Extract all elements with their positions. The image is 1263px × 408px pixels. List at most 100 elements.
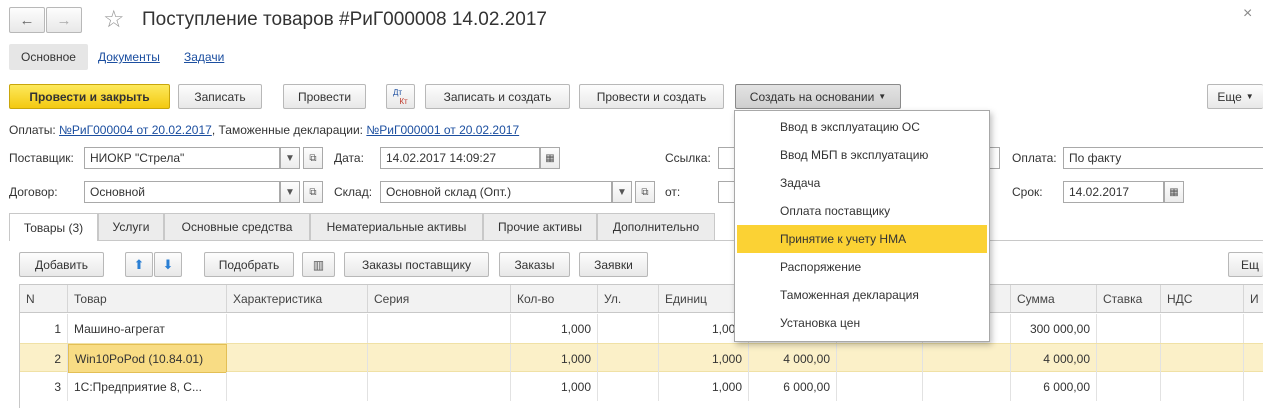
contract-open-button[interactable]: ⧉ xyxy=(303,181,323,203)
col-header-qty[interactable]: Кол-во xyxy=(511,285,598,312)
kt-icon-label: Кт xyxy=(399,96,408,106)
col-sum-label: Сумма xyxy=(1017,291,1055,306)
col-header-item[interactable]: Товар xyxy=(68,285,227,312)
col-header-characteristic[interactable]: Характеристика xyxy=(227,285,368,312)
table-row[interactable]: 3 1С:Предприятие 8, С... 1,000 1,000 6 0… xyxy=(20,372,1263,401)
forward-button[interactable]: → xyxy=(46,7,82,33)
select-button[interactable]: Подобрать xyxy=(204,252,294,277)
chevron-down-icon: ▼ xyxy=(617,186,627,198)
supplier-field[interactable]: НИОКР "Стрела" xyxy=(84,147,280,169)
payment-field[interactable]: По факту xyxy=(1063,147,1263,169)
tab-main[interactable]: Основное xyxy=(9,44,88,70)
term-field[interactable]: 14.02.2017 xyxy=(1063,181,1164,203)
row-discount xyxy=(837,372,923,401)
contract-dropdown-button[interactable]: ▼ xyxy=(280,181,300,203)
row-units: 1,000 xyxy=(659,344,749,373)
col-total-label: И xyxy=(1250,291,1259,306)
col-units-label: Единиц xyxy=(665,291,707,306)
post-and-create-label: Провести и создать xyxy=(596,89,707,104)
back-button[interactable]: ← xyxy=(9,7,45,33)
tab-goods[interactable]: Товары (3) xyxy=(9,213,98,241)
supplier-label: Поставщик: xyxy=(9,151,74,165)
menu-item-price-setting[interactable]: Установка цен xyxy=(735,309,989,337)
row-characteristic xyxy=(227,344,368,373)
customs-doc-link[interactable]: №РиГ000001 от 20.02.2017 xyxy=(366,123,519,137)
menu-item-order[interactable]: Распоряжение xyxy=(735,253,989,281)
row-discount xyxy=(837,344,923,373)
supplier-open-button[interactable]: ⧉ xyxy=(303,147,323,169)
requests-button[interactable]: Заявки xyxy=(579,252,648,277)
save-button[interactable]: Записать xyxy=(178,84,262,109)
row-vat xyxy=(1161,314,1244,343)
move-down-button[interactable]: ⬇ xyxy=(154,252,182,277)
row-units: 1,000 xyxy=(659,372,749,401)
open-icon: ⧉ xyxy=(641,186,649,198)
tab-other-assets[interactable]: Прочие активы xyxy=(483,213,597,240)
barcode-button[interactable]: ▥ xyxy=(302,252,335,277)
create-based-on-menu: Ввод в эксплуатацию ОС Ввод МБП в эксплу… xyxy=(734,110,990,342)
tab-fixed-assets[interactable]: Основные средства xyxy=(164,213,310,240)
col-header-series[interactable]: Серия xyxy=(368,285,511,312)
create-based-on-button[interactable]: Создать на основании ▼ xyxy=(735,84,901,109)
row-vat xyxy=(1161,344,1244,373)
dt-kt-button[interactable]: Дт Кт xyxy=(386,84,415,109)
table-more-button[interactable]: Ещ xyxy=(1228,252,1263,277)
arrow-down-icon: ⬇ xyxy=(162,256,174,272)
supplier-orders-button[interactable]: Заказы поставщику xyxy=(344,252,489,277)
post-and-close-button[interactable]: Провести и закрыть xyxy=(9,84,170,109)
col-header-rate[interactable]: Ставка xyxy=(1097,285,1161,312)
menu-item-mbp-commissioning[interactable]: Ввод МБП в эксплуатацию xyxy=(735,141,989,169)
term-calendar-button[interactable]: ▦ xyxy=(1164,181,1184,203)
tab-services[interactable]: Услуги xyxy=(98,213,164,240)
post-and-create-button[interactable]: Провести и создать xyxy=(579,84,724,109)
table-row-selected[interactable]: 2 Win10PoPod (10.84.01) 1,000 1,000 4 00… xyxy=(20,343,1263,373)
col-header-total[interactable]: И xyxy=(1244,285,1263,312)
menu-item-task[interactable]: Задача xyxy=(735,169,989,197)
row-series xyxy=(368,314,511,343)
warehouse-open-button[interactable]: ⧉ xyxy=(635,181,655,203)
close-icon[interactable]: × xyxy=(1243,5,1252,23)
post-and-close-label: Провести и закрыть xyxy=(29,89,150,104)
chevron-down-icon: ▼ xyxy=(1245,92,1254,101)
add-button[interactable]: Добавить xyxy=(19,252,104,277)
tab-documents[interactable]: Документы xyxy=(98,50,160,64)
contract-value: Основной xyxy=(90,185,146,199)
tab-intangible-assets[interactable]: Нематериальные активы xyxy=(310,213,483,240)
contract-field[interactable]: Основной xyxy=(84,181,280,203)
menu-item-customs-declaration[interactable]: Таможенная декларация xyxy=(735,281,989,309)
tab-tasks[interactable]: Задачи xyxy=(184,50,224,64)
orders-button[interactable]: Заказы xyxy=(499,252,570,277)
col-header-ul[interactable]: Ул. xyxy=(598,285,659,312)
col-header-n[interactable]: N xyxy=(20,285,68,312)
tab-additional[interactable]: Дополнительно xyxy=(597,213,715,240)
date-calendar-button[interactable]: ▦ xyxy=(540,147,560,169)
menu-item-fixed-asset-commissioning[interactable]: Ввод в эксплуатацию ОС xyxy=(735,113,989,141)
post-button[interactable]: Провести xyxy=(283,84,366,109)
row-qty: 1,000 xyxy=(511,372,598,401)
menu-item-supplier-payment[interactable]: Оплата поставщику xyxy=(735,197,989,225)
warehouse-dropdown-button[interactable]: ▼ xyxy=(612,181,632,203)
table-row[interactable]: 1 Машино-агрегат 1,000 1,000 300 000,00 xyxy=(20,314,1263,343)
payment-doc-link[interactable]: №РиГ000004 от 20.02.2017 xyxy=(59,123,212,137)
supplier-dropdown-button[interactable]: ▼ xyxy=(280,147,300,169)
menu-item-intangible-acceptance[interactable]: Принятие к учету НМА xyxy=(737,225,987,253)
col-header-sum[interactable]: Сумма xyxy=(1011,285,1097,312)
star-icon[interactable]: ☆ xyxy=(103,5,125,34)
col-header-vat[interactable]: НДС xyxy=(1161,285,1244,312)
term-label: Срок: xyxy=(1012,185,1043,199)
post-label: Провести xyxy=(297,89,352,104)
term-value: 14.02.2017 xyxy=(1069,185,1130,199)
save-and-create-label: Записать и создать xyxy=(443,89,552,104)
more-button[interactable]: Еще ▼ xyxy=(1207,84,1263,109)
warehouse-field[interactable]: Основной склад (Опт.) xyxy=(380,181,612,203)
row-characteristic xyxy=(227,314,368,343)
row-item-active-cell[interactable]: Win10PoPod (10.84.01) xyxy=(68,344,227,373)
row-rate xyxy=(1097,314,1161,343)
date-field[interactable]: 14.02.2017 14:09:27 xyxy=(380,147,540,169)
save-and-create-button[interactable]: Записать и создать xyxy=(425,84,570,109)
col-vat-label: НДС xyxy=(1167,291,1193,306)
row-ul xyxy=(598,314,659,343)
move-up-button[interactable]: ⬆ xyxy=(125,252,153,277)
tab-fixed-assets-label: Основные средства xyxy=(181,220,293,234)
date-value: 14.02.2017 14:09:27 xyxy=(386,151,497,165)
